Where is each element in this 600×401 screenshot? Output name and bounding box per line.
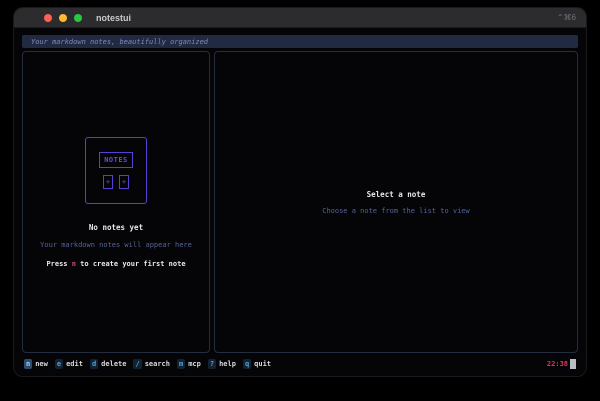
empty-state-subtitle: Your markdown notes will appear here <box>40 241 192 249</box>
close-button[interactable] <box>44 14 52 22</box>
keybinding-label: new <box>35 360 48 368</box>
hint-suffix: to create your first note <box>76 260 186 268</box>
notes-logo-icon: NOTES + + <box>85 137 147 204</box>
preview-placeholder-title: Select a note <box>367 190 426 199</box>
zoom-button[interactable] <box>74 14 82 22</box>
app-tagline: Your markdown notes, beautifully organiz… <box>31 38 208 46</box>
window-titlebar[interactable]: notestui ⌃⌘6 <box>14 8 586 28</box>
keybinding-edit[interactable]: e edit <box>55 359 83 369</box>
notes-list-panel[interactable]: NOTES + + No notes yet Your markdown not… <box>22 51 210 353</box>
window-shortcut-hint: ⌃⌘6 <box>557 13 576 22</box>
key-d: d <box>90 359 98 369</box>
keybinding-new[interactable]: n new <box>24 359 48 369</box>
keybinding-label: delete <box>101 360 126 368</box>
traffic-lights <box>44 14 82 22</box>
keybinding-label: quit <box>254 360 271 368</box>
keybinding-help[interactable]: ? help <box>208 359 236 369</box>
window-title: notestui <box>96 13 131 23</box>
main-panels: NOTES + + No notes yet Your markdown not… <box>22 51 578 353</box>
keybinding-label: edit <box>66 360 83 368</box>
plus-note-icon: + <box>103 175 113 189</box>
app-header-bar: Your markdown notes, beautifully organiz… <box>22 35 578 48</box>
key-slash: / <box>133 359 141 369</box>
empty-state-title: No notes yet <box>89 223 143 232</box>
logo-plus-row: + + <box>103 175 129 189</box>
key-question: ? <box>208 359 216 369</box>
keybinding-label: help <box>219 360 236 368</box>
key-m: m <box>177 359 185 369</box>
keybinding-label: mcp <box>188 360 201 368</box>
key-e: e <box>55 359 63 369</box>
keybinding-quit[interactable]: q quit <box>243 359 271 369</box>
key-n: n <box>24 359 32 369</box>
hint-prefix: Press <box>46 260 71 268</box>
create-note-hint: Press n to create your first note <box>46 260 185 268</box>
keybinding-list: n new e edit d delete / search m mcp <box>24 359 271 369</box>
clock: 22:38 <box>547 360 568 368</box>
terminal-cursor <box>570 359 576 369</box>
keybinding-mcp[interactable]: m mcp <box>177 359 201 369</box>
terminal-content: Your markdown notes, beautifully organiz… <box>14 29 586 376</box>
status-bar: n new e edit d delete / search m mcp <box>22 357 578 371</box>
preview-placeholder: Select a note Choose a note from the lis… <box>215 52 577 352</box>
empty-state: NOTES + + No notes yet Your markdown not… <box>23 52 209 352</box>
plus-note-icon: + <box>119 175 129 189</box>
notes-logo-label: NOTES <box>99 152 133 168</box>
terminal-window: notestui ⌃⌘6 Your markdown notes, beauti… <box>14 8 586 376</box>
keybinding-delete[interactable]: d delete <box>90 359 127 369</box>
preview-placeholder-subtitle: Choose a note from the list to view <box>322 207 470 215</box>
keybinding-label: search <box>145 360 170 368</box>
keybinding-search[interactable]: / search <box>133 359 170 369</box>
key-q: q <box>243 359 251 369</box>
minimize-button[interactable] <box>59 14 67 22</box>
note-preview-panel[interactable]: Select a note Choose a note from the lis… <box>214 51 578 353</box>
